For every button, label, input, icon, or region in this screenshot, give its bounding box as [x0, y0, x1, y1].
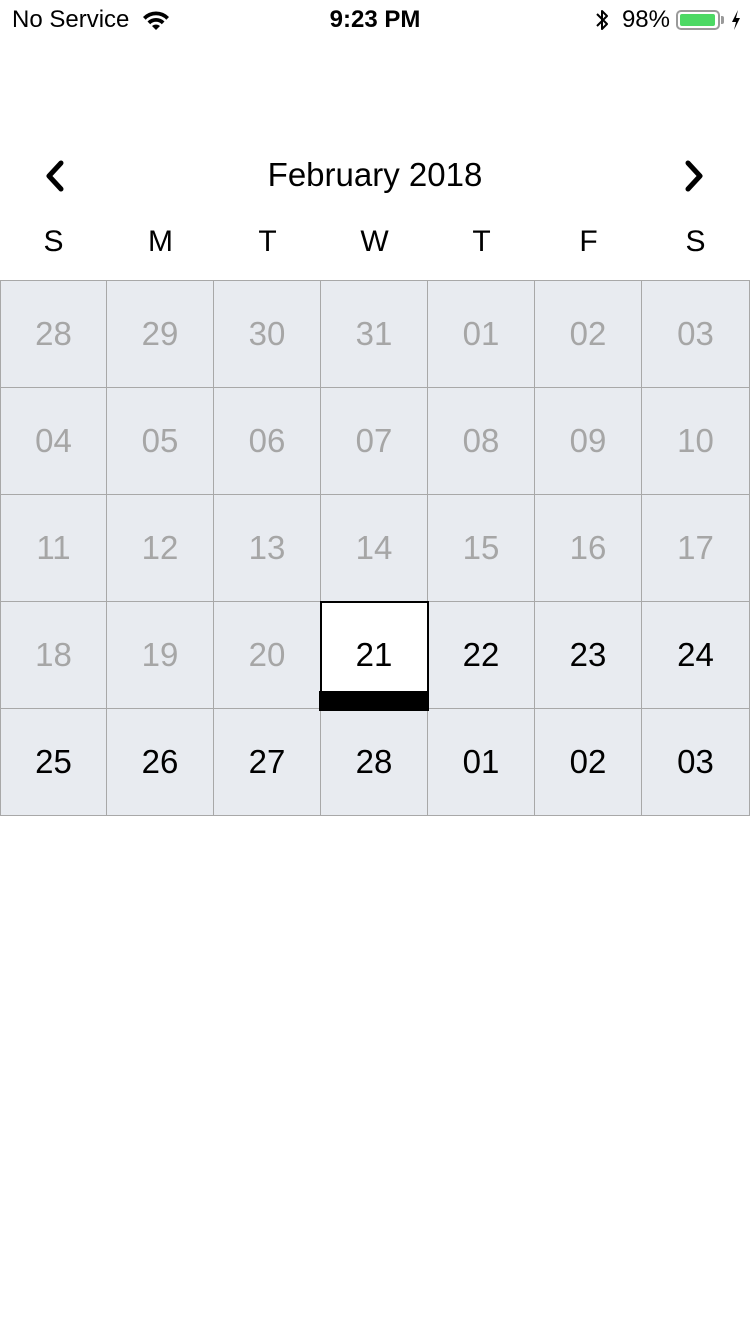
- calendar-day[interactable]: 17: [642, 495, 750, 601]
- calendar-week-row: 18 19 20 21 22 23 24: [0, 601, 750, 711]
- calendar-day[interactable]: 26: [107, 709, 214, 815]
- calendar-day[interactable]: 02: [535, 709, 642, 815]
- calendar-day-label: 06: [248, 422, 286, 459]
- calendar-day-label: 17: [677, 529, 714, 566]
- calendar-week-row: 28 29 30 31 01 02 03: [0, 281, 750, 388]
- calendar-day-label: 18: [35, 636, 72, 673]
- calendar-day-label: 30: [248, 315, 286, 352]
- selection-indicator: [319, 691, 429, 711]
- calendar-day-label: 03: [677, 743, 714, 780]
- weekday-label: M: [148, 225, 173, 258]
- calendar-day[interactable]: 23: [535, 602, 642, 708]
- calendar-day-label: 27: [248, 743, 286, 780]
- calendar-day[interactable]: 06: [214, 388, 321, 494]
- calendar-day-label: 29: [141, 315, 179, 352]
- calendar-day-selected[interactable]: 21: [319, 601, 429, 711]
- calendar-day[interactable]: 15: [428, 495, 535, 601]
- calendar-day-label: 03: [677, 315, 714, 352]
- calendar-day-label: 19: [141, 636, 179, 673]
- calendar-day-label: 04: [35, 422, 72, 459]
- calendar-day[interactable]: 28: [0, 281, 107, 387]
- calendar-day[interactable]: 19: [107, 602, 214, 708]
- calendar-day[interactable]: 28: [321, 709, 428, 815]
- calendar-day[interactable]: 01: [428, 281, 535, 387]
- calendar-day[interactable]: 09: [535, 388, 642, 494]
- battery-percentage: 98%: [621, 6, 670, 33]
- calendar-day-label: 22: [462, 636, 500, 673]
- calendar-day-label: 21: [355, 636, 393, 673]
- calendar-day[interactable]: 11: [0, 495, 107, 601]
- battery-tip: [721, 16, 724, 24]
- battery-icon: [676, 10, 720, 30]
- calendar-day-label: 20: [248, 636, 286, 673]
- status-bar: No Service 9:23 PM 98%: [0, 0, 750, 40]
- calendar-day-label: 10: [677, 422, 714, 459]
- calendar-day[interactable]: 31: [321, 281, 428, 387]
- calendar-day-label: 09: [569, 422, 607, 459]
- weekday-label: F: [579, 225, 598, 258]
- calendar-day[interactable]: 18: [0, 602, 107, 708]
- calendar-day-label: 16: [569, 529, 607, 566]
- calendar-day-label: 28: [355, 743, 393, 780]
- weekday-header: S M T W T F S: [0, 225, 750, 265]
- calendar-day-label: 14: [355, 529, 393, 566]
- calendar-day[interactable]: 08: [428, 388, 535, 494]
- calendar-header: February 2018: [0, 150, 750, 202]
- calendar-day-label: 26: [141, 743, 179, 780]
- calendar-day[interactable]: 29: [107, 281, 214, 387]
- calendar-day[interactable]: 03: [642, 281, 750, 387]
- calendar-day-label: 25: [35, 743, 72, 780]
- calendar-day[interactable]: 24: [642, 602, 750, 708]
- calendar-day-label: 07: [355, 422, 393, 459]
- next-month-button[interactable]: [674, 156, 714, 196]
- calendar-week-row: 04 05 06 07 08 09 10: [0, 388, 750, 495]
- calendar-day[interactable]: 16: [535, 495, 642, 601]
- calendar-week-row: 25 26 27 28 01 02 03: [0, 709, 750, 816]
- calendar-day[interactable]: 04: [0, 388, 107, 494]
- battery-fill: [680, 14, 716, 26]
- calendar-day[interactable]: 07: [321, 388, 428, 494]
- calendar-grid: 28 29 30 31 01 02 03 04 05 06 07 08 09 10 11 12 13 14 15 16…: [0, 280, 750, 816]
- calendar-day-label: 15: [462, 529, 500, 566]
- calendar-day-label: 23: [569, 636, 607, 673]
- calendar-day[interactable]: 05: [107, 388, 214, 494]
- calendar-day-label: 24: [677, 636, 714, 673]
- calendar-day[interactable]: 03: [642, 709, 750, 815]
- weekday-label: W: [360, 225, 389, 258]
- calendar-day-label: 31: [355, 315, 393, 352]
- calendar-day[interactable]: 01: [428, 709, 535, 815]
- calendar-day-label: 02: [569, 315, 607, 352]
- calendar-day[interactable]: 25: [0, 709, 107, 815]
- month-title: February 2018: [267, 156, 483, 193]
- calendar-day-label: 11: [36, 529, 71, 566]
- weekday-label: S: [43, 225, 64, 258]
- calendar-day[interactable]: 22: [428, 602, 535, 708]
- calendar-day-label: 02: [569, 743, 607, 780]
- calendar-day-label: 05: [141, 422, 179, 459]
- calendar-day[interactable]: 20: [214, 602, 321, 708]
- calendar-week-row: 11 12 13 14 15 16 17: [0, 495, 750, 602]
- calendar-day-label: 01: [462, 743, 500, 780]
- weekday-label: T: [472, 225, 491, 258]
- charging-icon: [732, 10, 740, 30]
- chevron-right-icon: [685, 160, 703, 192]
- calendar-day[interactable]: 13: [214, 495, 321, 601]
- calendar-day[interactable]: 30: [214, 281, 321, 387]
- calendar-day-label: 01: [462, 315, 500, 352]
- calendar-day-label: 13: [248, 529, 286, 566]
- calendar-day-label: 08: [462, 422, 500, 459]
- bluetooth-icon: [596, 10, 608, 30]
- weekday-label: T: [258, 225, 277, 258]
- right-status: 98%: [594, 6, 742, 34]
- calendar-day[interactable]: 10: [642, 388, 750, 494]
- calendar-day-label: 12: [141, 529, 179, 566]
- calendar-day-label: 28: [35, 315, 72, 352]
- calendar-day[interactable]: 02: [535, 281, 642, 387]
- calendar-day[interactable]: 12: [107, 495, 214, 601]
- calendar-day[interactable]: 27: [214, 709, 321, 815]
- weekday-label: S: [685, 225, 706, 258]
- calendar-day[interactable]: 14: [321, 495, 428, 601]
